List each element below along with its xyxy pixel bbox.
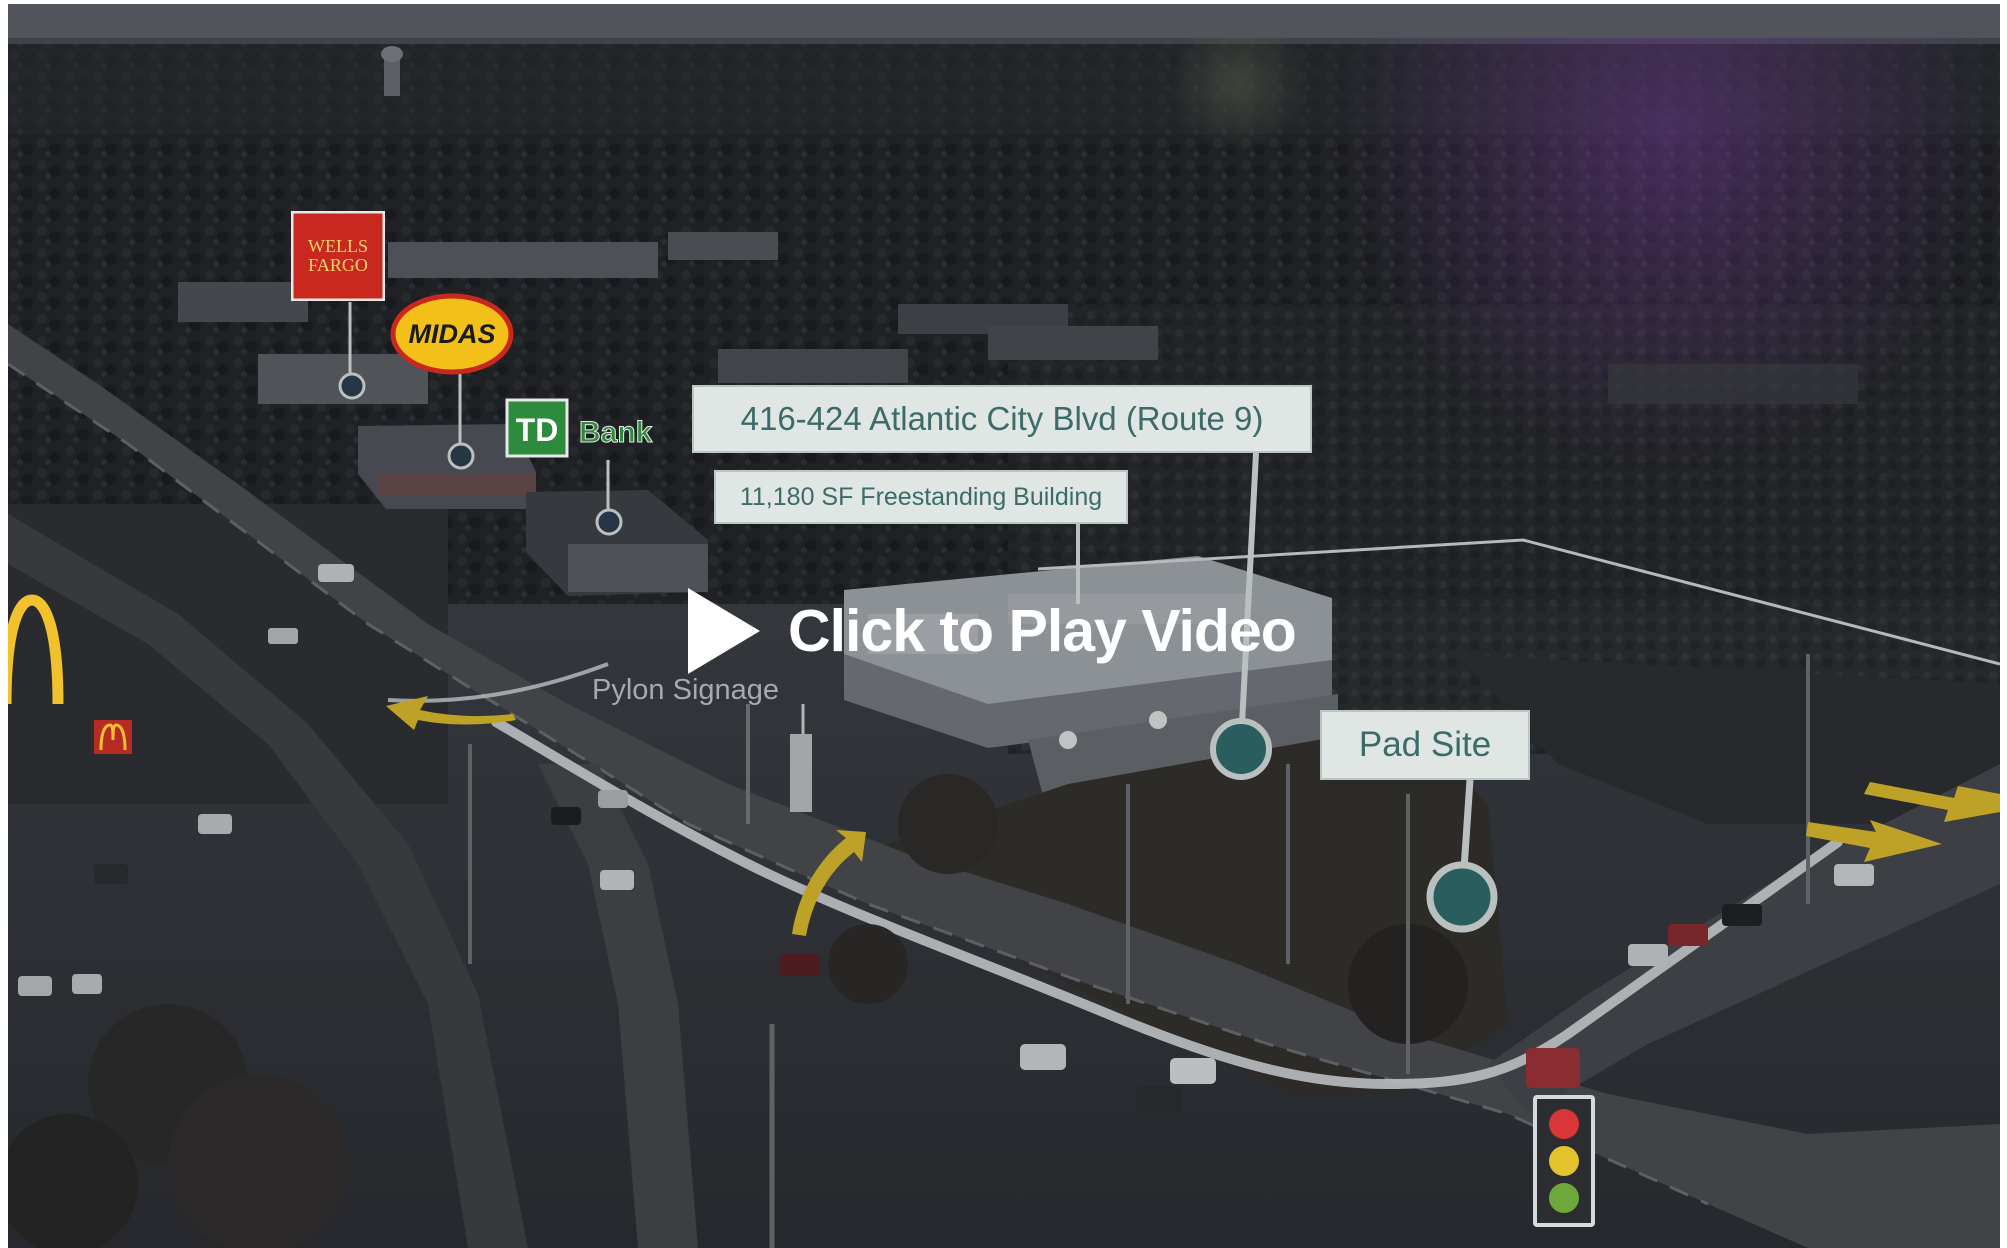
pad-site-callout: Pad Site: [1320, 710, 1530, 780]
td-bank-logo: TD Bank: [505, 398, 653, 458]
building-text: 11,180 SF Freestanding Building: [739, 482, 1103, 511]
wells-fargo-logo: WELLS FARGO: [291, 211, 385, 301]
video-player[interactable]: WELLS FARGO MIDAS TD Bank 416-424 Atlant…: [8, 4, 2000, 1248]
td-mark-text: TD: [516, 412, 559, 448]
td-bank-text: Bank: [579, 416, 653, 449]
address-text: 416-424 Atlantic City Blvd (Route 9): [740, 400, 1264, 437]
play-icon[interactable]: [684, 586, 764, 676]
pad-site-text: Pad Site: [1358, 725, 1492, 764]
play-video-label[interactable]: Click to Play Video: [788, 597, 1297, 665]
midas-text: MIDAS: [409, 319, 496, 349]
traffic-light-icon: [1533, 1095, 1595, 1227]
wells-fargo-text-line2: FARGO: [308, 255, 368, 275]
wells-fargo-text-line1: WELLS: [308, 236, 368, 256]
mcdonalds-arches-logo: [8, 594, 64, 704]
video-top-bar: [8, 4, 2000, 38]
address-callout: 416-424 Atlantic City Blvd (Route 9): [692, 385, 1312, 453]
midas-logo: MIDAS: [390, 293, 514, 375]
mcdonalds-sign-icon: [94, 720, 132, 754]
building-callout: 11,180 SF Freestanding Building: [714, 470, 1128, 524]
play-video-button[interactable]: Click to Play Video: [684, 579, 1334, 683]
